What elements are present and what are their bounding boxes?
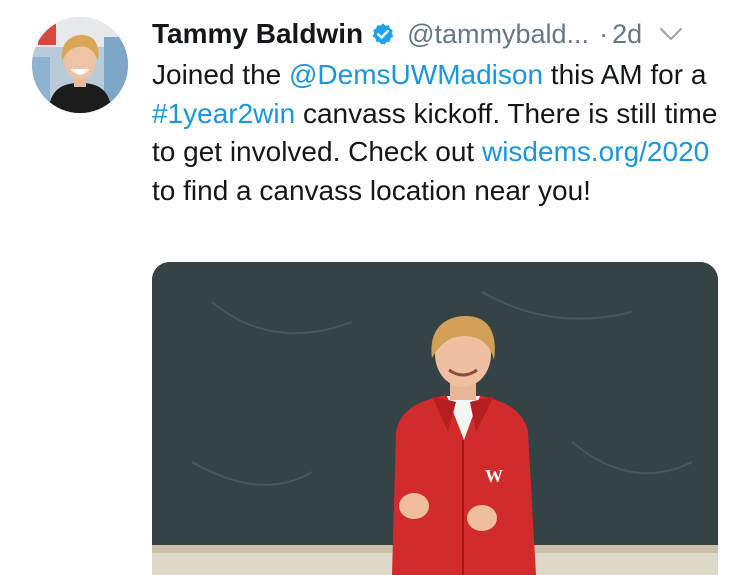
verified-badge-icon — [372, 23, 394, 45]
jersey-logo-w: W — [485, 466, 503, 486]
author-avatar[interactable] — [32, 17, 128, 113]
timestamp[interactable]: 2d — [612, 19, 642, 50]
author-name[interactable]: Tammy Baldwin — [152, 18, 363, 50]
hashtag-link[interactable]: #1year2win — [152, 98, 295, 129]
tweet-text-segment: to find a canvass location near you! — [152, 174, 591, 206]
tweet-photo[interactable]: W — [152, 262, 718, 575]
photo-image: W — [152, 262, 718, 575]
avatar-photo — [32, 17, 128, 113]
url-link[interactable]: wisdems.org/2020 — [482, 136, 709, 167]
tweet-text-segment: Joined the — [152, 59, 289, 90]
mention-link[interactable]: @DemsUWMadison — [289, 59, 543, 90]
chevron-down-icon[interactable] — [658, 25, 684, 43]
tweet-text: Joined the @DemsUWMadison this AM for a … — [152, 56, 722, 210]
author-handle[interactable]: @tammybald... — [407, 19, 589, 50]
tweet-text-segment: this AM for a — [543, 59, 707, 90]
meta-separator: · — [599, 18, 609, 49]
tweet-header: Tammy Baldwin @tammybald... · 2d — [152, 14, 732, 54]
